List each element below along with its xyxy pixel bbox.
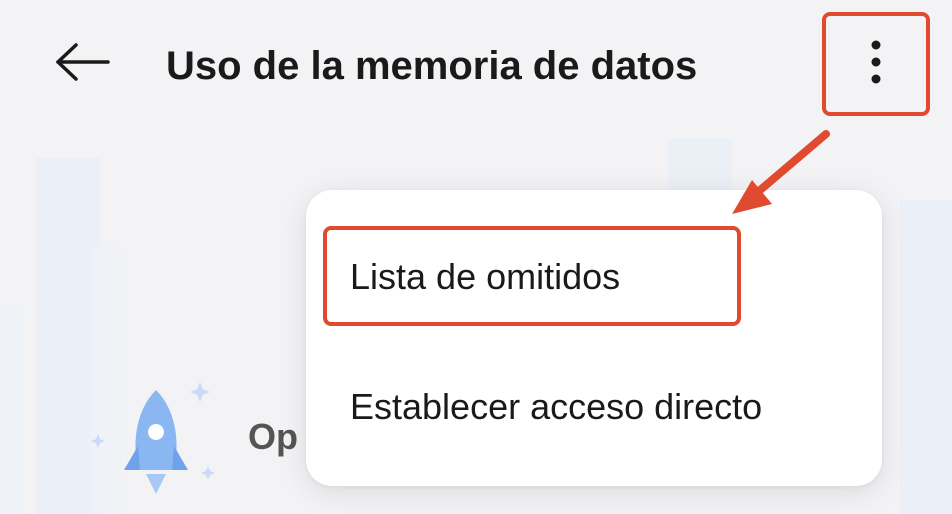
arrow-left-icon	[52, 42, 112, 87]
overflow-menu: Lista de omitidos Establecer acceso dire…	[306, 190, 882, 486]
menu-item-label: Establecer acceso directo	[350, 386, 763, 427]
menu-item-label: Lista de omitidos	[350, 256, 621, 297]
promo-row: Op	[80, 370, 340, 510]
promo-text: Op	[248, 416, 298, 457]
more-vertical-icon	[870, 39, 882, 90]
more-options-button[interactable]	[822, 12, 930, 116]
back-button[interactable]	[44, 34, 120, 94]
menu-item-lista-de-omitidos[interactable]: Lista de omitidos	[306, 232, 882, 322]
app-header: Uso de la memoria de datos	[0, 0, 952, 130]
menu-item-establecer-acceso-directo[interactable]: Establecer acceso directo	[306, 362, 882, 452]
page-title: Uso de la memoria de datos	[166, 44, 698, 88]
